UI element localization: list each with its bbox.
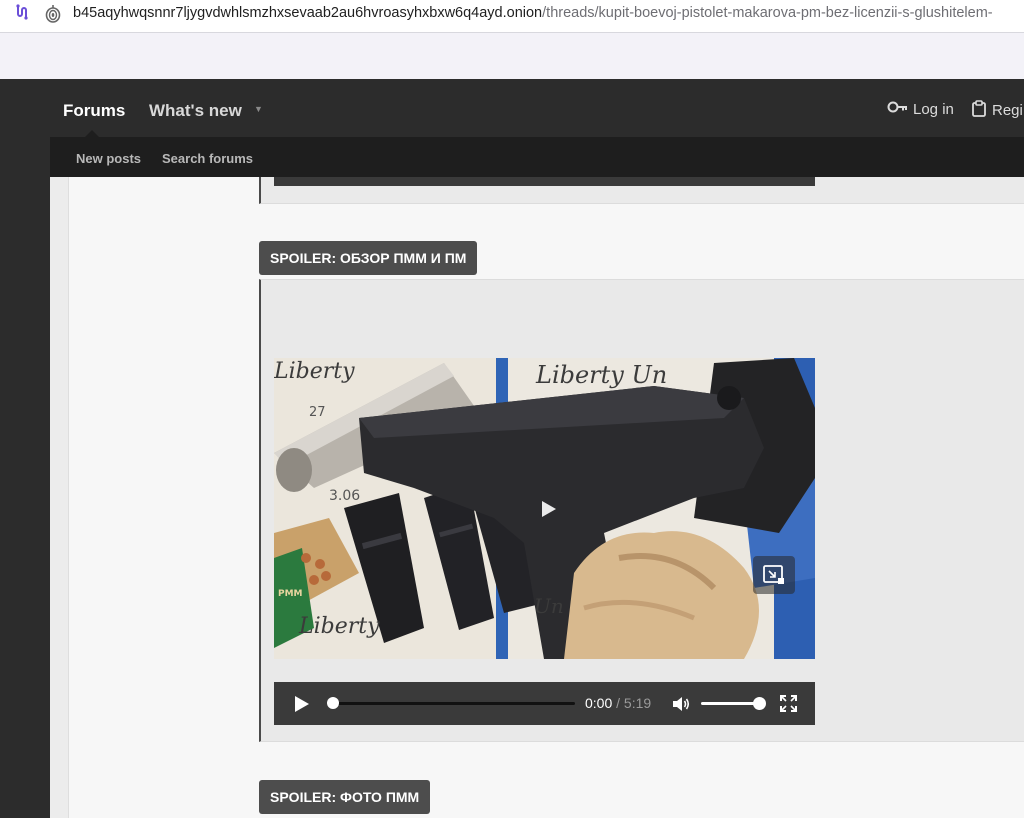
- key-icon: [887, 100, 909, 118]
- volume-slider[interactable]: [701, 702, 759, 705]
- spoiler-photo-button[interactable]: SPOILER: ФОТО ПММ: [259, 780, 431, 814]
- link-icon[interactable]: [12, 3, 32, 23]
- volume-icon[interactable]: [671, 694, 691, 714]
- subnav-search-forums[interactable]: Search forums: [162, 151, 253, 166]
- url-text[interactable]: b45aqyhwqsnnr7ljygvdwhlsmzhxsevaab2au6hv…: [73, 3, 993, 23]
- subnav-new-posts[interactable]: New posts: [76, 151, 141, 166]
- time-separator: /: [612, 695, 624, 711]
- handwriting-6: 27: [309, 405, 326, 420]
- time-display: 0:00 / 5:19: [585, 695, 651, 711]
- chevron-down-icon[interactable]: ▼: [254, 104, 263, 114]
- previous-media-bar: [274, 177, 815, 186]
- browser-spacer: [0, 33, 1024, 79]
- clipboard-icon: [972, 100, 986, 121]
- progress-handle[interactable]: [327, 697, 339, 709]
- nav-tab-whats-new[interactable]: What's new: [149, 101, 242, 121]
- volume-handle[interactable]: [753, 697, 766, 710]
- login-label: Log in: [913, 100, 954, 118]
- play-icon[interactable]: [293, 694, 311, 714]
- progress-bar[interactable]: [333, 702, 575, 705]
- url-path: /threads/kupit-boevoj-pistolet-makarova-…: [542, 5, 993, 21]
- ammo-box-label: PMM: [278, 589, 303, 599]
- left-sidebar-strip: [0, 137, 50, 818]
- play-overlay-icon[interactable]: [531, 497, 565, 521]
- fullscreen-icon[interactable]: [780, 695, 797, 712]
- browser-address-bar: b45aqyhwqsnnr7ljygvdwhlsmzhxsevaab2au6hv…: [0, 0, 1024, 33]
- nav-tab-forums[interactable]: Forums: [63, 101, 125, 121]
- spoiler-review-button[interactable]: SPOILER: ОБЗОР ПММ И ПМ: [259, 241, 478, 275]
- current-time: 0:00: [585, 695, 613, 711]
- register-label: Regi: [992, 102, 1023, 119]
- handwriting-4: Un: [534, 594, 564, 618]
- onion-icon[interactable]: [44, 3, 62, 23]
- register-link[interactable]: Regi: [972, 100, 1023, 121]
- handwriting-5: 3.06: [329, 488, 360, 504]
- duration: 5:19: [623, 695, 652, 711]
- handwriting-1: Liberty: [274, 359, 355, 384]
- login-link[interactable]: Log in: [887, 100, 954, 118]
- active-tab-caret: [85, 130, 99, 137]
- url-host: b45aqyhwqsnnr7ljygvdwhlsmzhxsevaab2au6hv…: [73, 5, 543, 21]
- handwriting-3: Liberty: [298, 614, 380, 639]
- handwriting-2: Liberty Un: [535, 361, 667, 389]
- picture-in-picture-icon[interactable]: [753, 556, 795, 594]
